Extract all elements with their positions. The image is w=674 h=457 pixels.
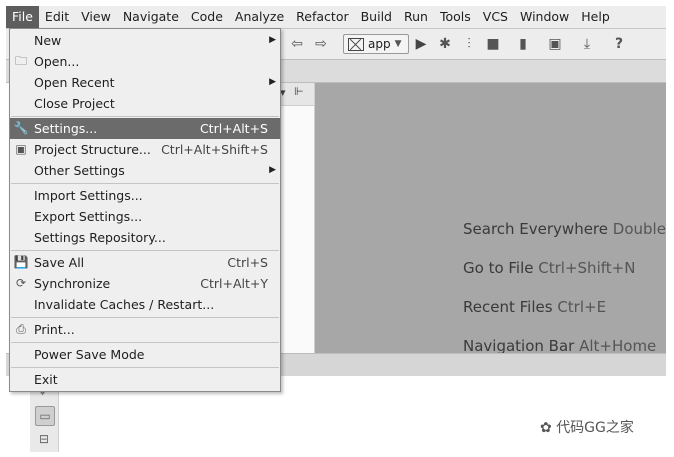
hint-shortcut: Double: [612, 220, 666, 238]
menu-item-invalidate-caches[interactable]: Invalidate Caches / Restart...: [10, 294, 280, 315]
menu-item-open[interactable]: 🗀 Open...: [10, 51, 280, 72]
menu-item-synchronize[interactable]: ⟳ Synchronize Ctrl+Alt+Y: [10, 273, 280, 294]
submenu-arrow-icon: ▶: [269, 77, 276, 87]
wrench-icon: 🔧: [13, 121, 29, 135]
menu-item-close-project[interactable]: Close Project: [10, 93, 280, 114]
menu-tools[interactable]: Tools: [434, 6, 477, 28]
sync-gradle-icon[interactable]: ▮: [514, 34, 532, 54]
menu-item-new[interactable]: New ▶: [10, 30, 280, 51]
menu-item-shortcut: Ctrl+Alt+Shift+S: [161, 142, 268, 157]
menu-edit[interactable]: Edit: [39, 6, 75, 28]
comment-icon[interactable]: ▭: [35, 406, 55, 426]
menu-build[interactable]: Build: [355, 6, 398, 28]
menu-refactor[interactable]: Refactor: [290, 6, 354, 28]
printer-icon: ⎙: [16, 322, 26, 336]
menu-item-import-settings[interactable]: Import Settings...: [10, 185, 280, 206]
debug-icon[interactable]: ✱: [436, 34, 454, 54]
menu-item-label: Print...: [34, 322, 75, 337]
project-panel: [278, 83, 315, 353]
hint-text: Go to File: [463, 259, 534, 277]
panel-collapse-icon[interactable]: ⊩: [294, 85, 304, 98]
menu-item-shortcut: Ctrl+Alt+S: [199, 121, 268, 136]
chevron-down-icon: ▼: [394, 39, 402, 49]
editor-area: Search Everywhere Double Go to File Ctrl…: [315, 83, 666, 355]
sync-icon: ⟳: [15, 276, 27, 290]
project-structure-icon[interactable]: ▣: [546, 34, 564, 54]
menu-navigate[interactable]: Navigate: [117, 6, 185, 28]
wechat-icon: ✿: [540, 420, 557, 436]
menu-separator: [11, 317, 279, 318]
menu-separator: [11, 250, 279, 251]
menu-bar: File Edit View Navigate Code Analyze Ref…: [6, 6, 666, 29]
forward-arrow-icon[interactable]: ⇨: [312, 34, 330, 54]
save-icon: 💾: [13, 255, 29, 269]
menu-item-label: Close Project: [34, 96, 115, 111]
menu-item-settings[interactable]: 🔧 Settings... Ctrl+Alt+S: [10, 118, 280, 139]
sdk-manager-icon[interactable]: ⤓: [578, 34, 596, 54]
submenu-arrow-icon: ▶: [269, 35, 276, 45]
hint-search-everywhere: Search Everywhere Double: [463, 220, 666, 238]
menu-item-open-recent[interactable]: Open Recent ▶: [10, 72, 280, 93]
menu-window[interactable]: Window: [514, 6, 575, 28]
project-panel-header: ▾ ⊩: [278, 83, 314, 106]
run-config-label: app: [368, 37, 391, 51]
menu-separator: [11, 183, 279, 184]
hint-recent-files: Recent Files Ctrl+E: [463, 298, 606, 316]
menu-item-label: Save All: [34, 255, 85, 270]
menu-separator: [11, 367, 279, 368]
menu-item-label: Synchronize: [34, 276, 111, 291]
menu-item-print[interactable]: ⎙ Print...: [10, 319, 280, 340]
menu-item-label: Invalidate Caches / Restart...: [34, 297, 215, 312]
menu-item-label: Settings Repository...: [34, 230, 166, 245]
run-icon[interactable]: ▶: [412, 34, 430, 54]
menu-item-label: New: [34, 33, 62, 48]
menu-item-label: Export Settings...: [34, 209, 143, 224]
menu-item-shortcut: Ctrl+Alt+Y: [200, 276, 268, 291]
menu-item-project-structure[interactable]: ▣ Project Structure... Ctrl+Alt+Shift+S: [10, 139, 280, 160]
menu-item-shortcut: Ctrl+S: [227, 255, 268, 270]
menu-item-label: Exit: [34, 372, 58, 387]
hint-shortcut: Ctrl+E: [557, 298, 607, 316]
hint-go-to-file: Go to File Ctrl+Shift+N: [463, 259, 635, 277]
menu-item-save-all[interactable]: 💾 Save All Ctrl+S: [10, 252, 280, 273]
menu-item-label: Other Settings: [34, 163, 125, 178]
watermark-text: 代码GG之家: [556, 420, 634, 436]
menu-item-label: Open Recent: [34, 75, 115, 90]
menu-run[interactable]: Run: [398, 6, 434, 28]
menu-view[interactable]: View: [75, 6, 117, 28]
file-menu-dropdown: New ▶ 🗀 Open... Open Recent ▶ Close Proj…: [9, 28, 281, 392]
menu-item-label: Project Structure...: [34, 142, 151, 157]
menu-item-settings-repository[interactable]: Settings Repository...: [10, 227, 280, 248]
menu-vcs[interactable]: VCS: [477, 6, 514, 28]
profile-icon[interactable]: ⫶: [460, 34, 478, 54]
menu-separator: [11, 342, 279, 343]
hint-text: Search Everywhere: [463, 220, 608, 238]
structure-icon[interactable]: ⊟: [35, 430, 53, 448]
run-config-select[interactable]: app ▼: [343, 34, 409, 54]
menu-help[interactable]: Help: [575, 6, 616, 28]
help-icon[interactable]: ?: [610, 34, 628, 54]
menu-separator: [11, 116, 279, 117]
stop-icon[interactable]: ■: [484, 34, 502, 54]
project-structure-icon: ▣: [15, 142, 27, 156]
menu-item-label: Power Save Mode: [34, 347, 145, 362]
menu-item-label: Open...: [34, 54, 80, 69]
folder-icon: 🗀: [14, 54, 27, 68]
watermark: ✿ 代码GG之家: [540, 417, 634, 437]
menu-item-label: Settings...: [34, 121, 98, 136]
menu-analyze[interactable]: Analyze: [229, 6, 290, 28]
menu-item-exit[interactable]: Exit: [10, 369, 280, 390]
back-arrow-icon[interactable]: ⇦: [288, 34, 306, 54]
menu-item-power-save-mode[interactable]: Power Save Mode: [10, 344, 280, 365]
menu-item-export-settings[interactable]: Export Settings...: [10, 206, 280, 227]
submenu-arrow-icon: ▶: [269, 165, 276, 175]
menu-file[interactable]: File: [6, 6, 39, 28]
hint-text: Recent Files: [463, 298, 553, 316]
android-config-icon: [348, 37, 364, 51]
menu-item-label: Import Settings...: [34, 188, 143, 203]
hint-shortcut: Ctrl+Shift+N: [538, 259, 636, 277]
menu-code[interactable]: Code: [185, 6, 229, 28]
menu-item-other-settings[interactable]: Other Settings ▶: [10, 160, 280, 181]
ide-window: File Edit View Navigate Code Analyze Ref…: [0, 0, 674, 457]
